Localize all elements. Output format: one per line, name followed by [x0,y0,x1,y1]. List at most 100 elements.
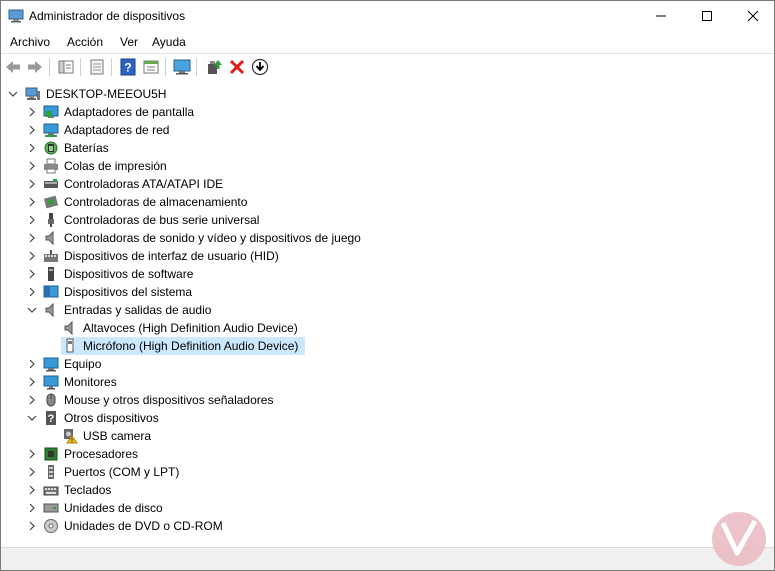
microphone-icon [66,338,74,353]
tree-item-label: Baterías [64,141,109,155]
menu-ayuda[interactable]: Ayuda [152,35,186,49]
chevron-right-icon[interactable] [27,125,37,135]
chevron-down-icon[interactable] [8,89,18,99]
horizontal-scrollbar[interactable] [3,552,693,558]
tree-item-colas-impresion[interactable]: Colas de impresión [1,157,774,175]
tree-item-otros[interactable]: ? Otros dispositivos [1,409,774,427]
download-icon[interactable] [251,58,269,76]
tree-item-label: Monitores [64,375,117,389]
tree-item-dvd[interactable]: Unidades de DVD o CD-ROM [1,517,774,535]
tree-item-label: Unidades de disco [64,501,163,515]
port-icon [48,465,54,479]
chevron-right-icon[interactable] [27,251,37,261]
chevron-right-icon[interactable] [27,269,37,279]
tree-item-label: Controladoras ATA/ATAPI IDE [64,177,224,191]
tree-item-label: Teclados [64,483,112,497]
add-driver-icon[interactable] [205,58,223,76]
chevron-right-icon[interactable] [27,449,37,459]
tree-item-controladoras-almacenamiento[interactable]: Controladoras de almacenamiento [1,193,774,211]
watermark-logo [712,512,766,566]
menu-accion[interactable]: Acción [67,35,103,49]
keyboard-icon [43,486,59,496]
tree-item-baterias[interactable]: Baterías [1,139,774,157]
chevron-down-icon[interactable] [27,413,37,423]
tree-item-adaptadores-pantalla[interactable]: Adaptadores de pantalla [1,103,774,121]
tree-item-procesadores[interactable]: Procesadores [1,445,774,463]
chevron-right-icon[interactable] [27,359,37,369]
network-adapter-icon [43,123,59,137]
tree-item-label: Altavoces (High Definition Audio Device) [83,321,298,335]
chevron-right-icon[interactable] [27,485,37,495]
chevron-right-icon[interactable] [27,287,37,297]
maximize-button[interactable] [684,1,730,31]
back-icon[interactable] [4,58,22,76]
speaker-icon [45,230,54,246]
tree-root[interactable]: DESKTOP-MEEOU5H [1,85,774,103]
chevron-right-icon[interactable] [27,143,37,153]
tree-item-audio[interactable]: Entradas y salidas de audio [1,301,774,319]
dvd-drive-icon [44,519,58,533]
tree-item-adaptadores-red[interactable]: Adaptadores de red [1,121,774,139]
tree-item-label: Controladoras de sonido y vídeo y dispos… [64,231,361,245]
chevron-right-icon[interactable] [27,161,37,171]
tree-item-disco[interactable]: Unidades de disco [1,499,774,517]
forward-icon[interactable] [26,58,44,76]
driver-icon[interactable] [88,58,106,76]
menu-bar: Archivo Acción Ver Ayuda [1,31,774,53]
computer-icon [25,87,40,100]
tree-item-label: Colas de impresión [64,159,167,173]
chevron-right-icon[interactable] [27,233,37,243]
monitor-scan-icon[interactable] [173,58,191,76]
help-icon[interactable]: ? [119,58,137,76]
audio-io-icon [45,302,54,318]
software-device-icon [48,267,54,281]
tree-item-altavoces[interactable]: Altavoces (High Definition Audio Device) [1,319,774,337]
chevron-right-icon[interactable] [27,107,37,117]
tree-item-microfono[interactable]: Micrófono (High Definition Audio Device) [1,337,774,355]
tree-item-label: Dispositivos de interfaz de usuario (HID… [64,249,279,263]
chevron-right-icon[interactable] [27,467,37,477]
device-manager-window: Administrador de dispositivos Archivo Ac… [0,0,775,571]
chevron-right-icon[interactable] [27,179,37,189]
tree-item-sistema[interactable]: Dispositivos del sistema [1,283,774,301]
usb-icon [48,213,54,227]
tree-item-equipo[interactable]: Equipo [1,355,774,373]
menu-archivo[interactable]: Archivo [10,35,50,49]
chevron-right-icon[interactable] [27,377,37,387]
chevron-down-icon[interactable] [27,305,37,315]
tree-item-software[interactable]: Dispositivos de software [1,265,774,283]
tree-item-mouse[interactable]: Mouse y otros dispositivos señaladores [1,391,774,409]
chevron-right-icon[interactable] [27,215,37,225]
tree-item-label: Otros dispositivos [64,411,159,425]
tree-item-label: Entradas y salidas de audio [64,303,212,317]
tree-item-label: Procesadores [64,447,139,461]
tree-item-label: Dispositivos de software [64,267,194,281]
chevron-right-icon[interactable] [27,503,37,513]
speaker-icon [64,320,73,336]
status-bar [1,547,774,570]
minimize-button[interactable] [638,1,684,31]
chevron-right-icon[interactable] [27,395,37,405]
tree-item-label: Mouse y otros dispositivos señaladores [64,393,274,407]
tree-item-label: USB camera [83,429,152,443]
device-tree: DESKTOP-MEEOU5H Adaptadores de pantalla … [1,81,774,547]
update-pane-icon[interactable] [142,58,160,76]
chevron-right-icon[interactable] [27,521,37,531]
system-device-icon [43,285,59,298]
tree-item-controladoras-ata[interactable]: Controladoras ATA/ATAPI IDE [1,175,774,193]
tree-item-monitores[interactable]: Monitores [1,373,774,391]
window-title: Administrador de dispositivos [29,9,186,23]
tree-item-label: Controladoras de almacenamiento [64,195,248,209]
tree-item-controladoras-sonido[interactable]: Controladoras de sonido y vídeo y dispos… [1,229,774,247]
tree-item-controladoras-usb[interactable]: Controladoras de bus serie universal [1,211,774,229]
remove-device-icon[interactable] [228,58,246,76]
close-button[interactable] [730,1,774,31]
tree-item-puertos[interactable]: Puertos (COM y LPT) [1,463,774,481]
menu-ver[interactable]: Ver [120,35,138,49]
tree-item-hid[interactable]: Dispositivos de interfaz de usuario (HID… [1,247,774,265]
chevron-right-icon[interactable] [27,197,37,207]
tree-item-usb-camera[interactable]: ! USB camera [1,427,774,445]
svg-text:?: ? [48,413,55,425]
tree-item-teclados[interactable]: Teclados [1,481,774,499]
properties-pane-icon[interactable] [57,58,75,76]
